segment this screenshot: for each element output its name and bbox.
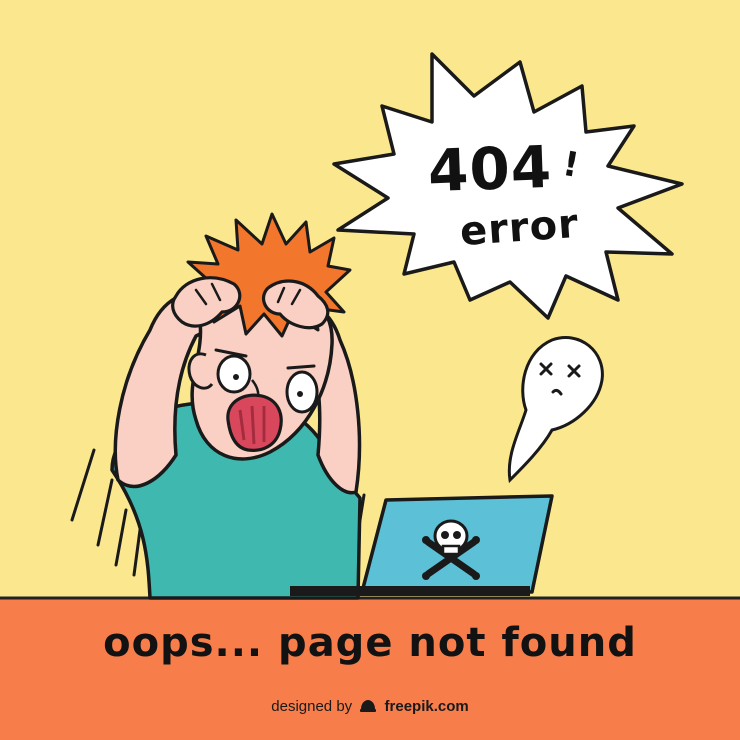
error-code: 404 — [426, 132, 554, 206]
credit-brand: freepik.com — [384, 698, 469, 715]
not-found-message: oops... page not found — [103, 620, 637, 666]
illustration: 404 ! error oops... page not found desig… — [0, 0, 740, 740]
ghost-group — [507, 336, 604, 484]
credit-prefix: designed by — [271, 698, 353, 715]
laptop-base — [290, 586, 530, 596]
error-word: error — [458, 200, 581, 256]
freepik-logo-icon — [360, 700, 377, 712]
ghost — [507, 336, 604, 484]
credit-line: designed by freepik.com — [0, 698, 740, 715]
